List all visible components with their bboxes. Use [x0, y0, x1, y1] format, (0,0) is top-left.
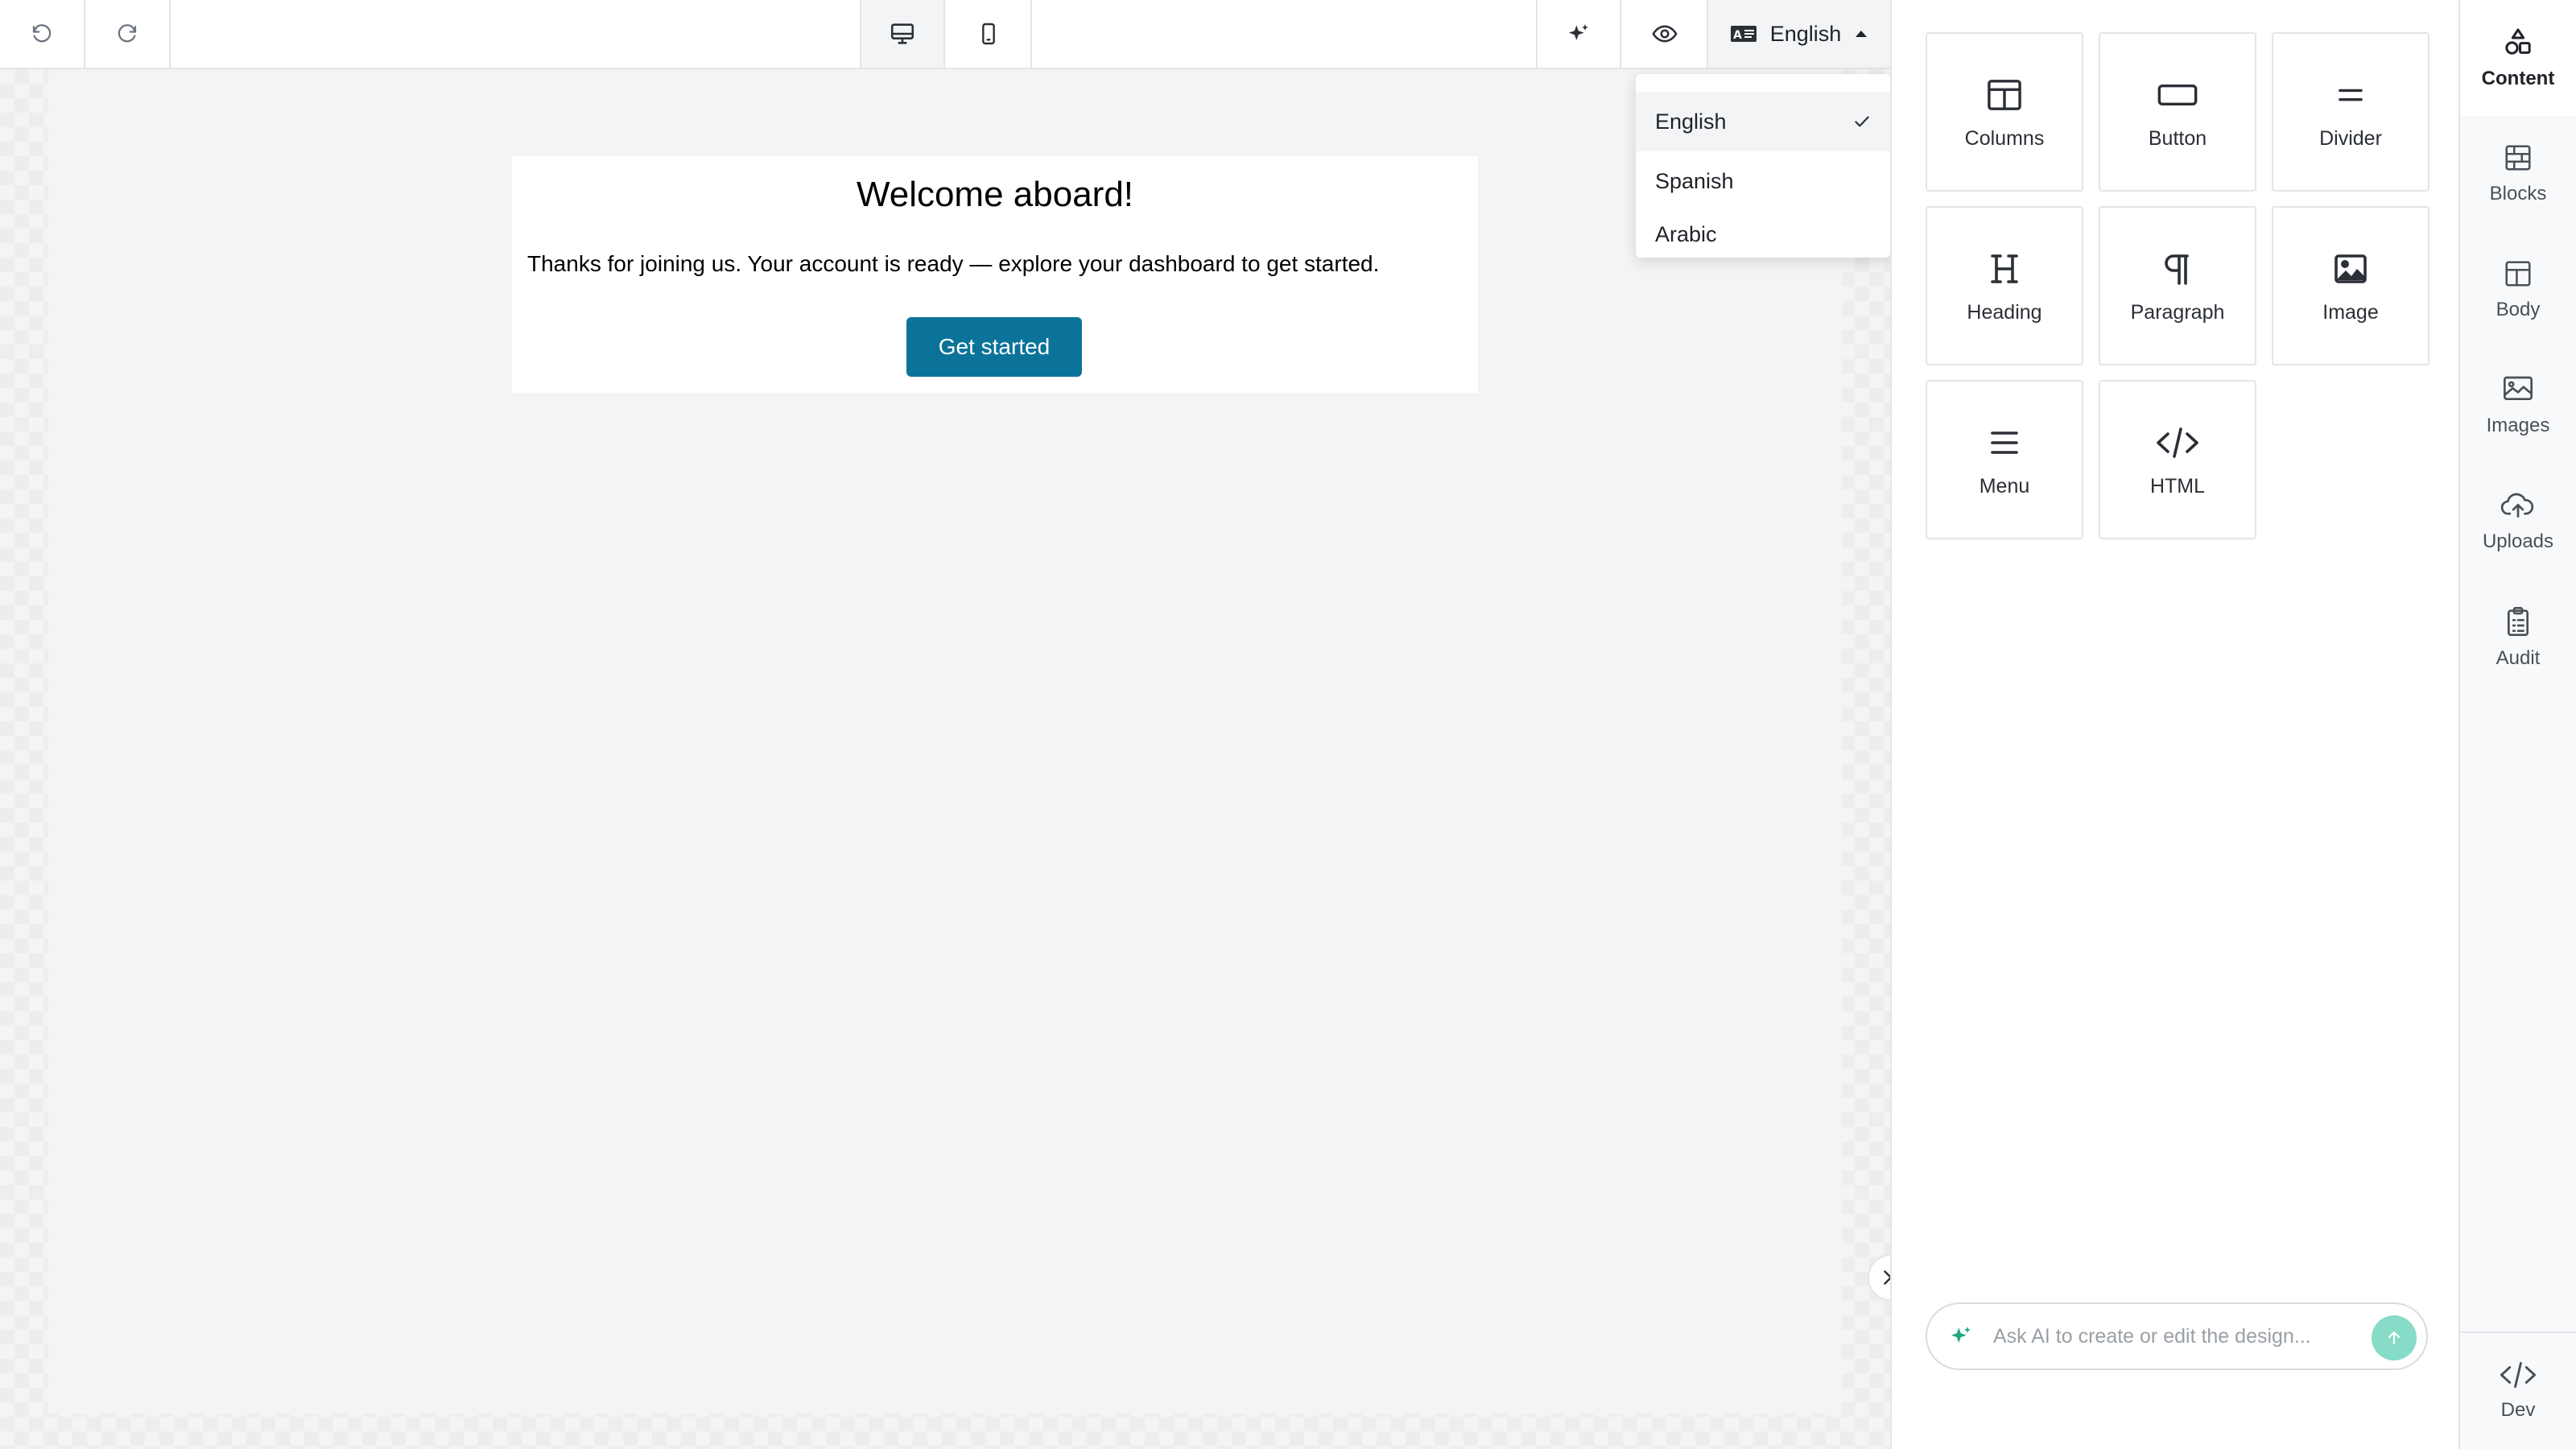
desktop-icon [889, 20, 916, 47]
ai-magic-button[interactable] [1536, 0, 1621, 68]
sidebar-item-label: Audit [2496, 647, 2541, 669]
tile-label: Heading [1967, 300, 2042, 324]
paragraph-icon [2163, 248, 2192, 290]
email-content[interactable]: Welcome aboard! Thanks for joining us. Y… [512, 156, 1478, 393]
tile-divider[interactable]: Divider [2272, 32, 2429, 192]
cloud-upload-icon [2500, 490, 2536, 521]
mobile-view-button[interactable] [947, 0, 1032, 68]
layout-icon [2503, 258, 2533, 289]
tile-label: Menu [1979, 474, 2030, 497]
language-option-label: English [1655, 109, 1727, 134]
tile-label: Divider [2319, 126, 2382, 150]
tile-heading[interactable]: Heading [1926, 206, 2083, 365]
button-icon [2156, 74, 2199, 116]
sidebar-item-label: Uploads [2482, 530, 2554, 552]
language-option-label: Spanish [1655, 168, 1734, 193]
ai-send-button[interactable] [2372, 1315, 2417, 1360]
language-option-spanish[interactable]: Spanish [1636, 151, 1890, 211]
caret-up-icon [1854, 29, 1868, 39]
image-icon [2333, 248, 2368, 290]
code-icon [2155, 422, 2200, 464]
sidebar-item-blocks[interactable]: Blocks [2460, 116, 2576, 232]
tile-label: Paragraph [2130, 300, 2225, 324]
shapes-icon [2502, 26, 2534, 58]
tile-label: Image [2322, 300, 2379, 324]
tile-label: Button [2148, 126, 2207, 150]
ai-prompt-input[interactable] [1992, 1315, 2346, 1357]
arrow-up-icon [2384, 1328, 2404, 1348]
sidebar-item-uploads[interactable]: Uploads [2460, 464, 2576, 580]
email-heading[interactable]: Welcome aboard! [512, 172, 1478, 217]
code-icon [2499, 1360, 2537, 1389]
language-option-english[interactable]: English [1636, 92, 1890, 151]
blocks-icon [2503, 142, 2533, 173]
mobile-icon [976, 21, 1001, 47]
sidebar-item-content[interactable]: Content [2460, 0, 2576, 116]
right-sidebar: Content Blocks Body Images Uploads Audit [2458, 0, 2576, 1449]
tile-paragraph[interactable]: Paragraph [2099, 206, 2256, 365]
sidebar-item-label: Content [2481, 68, 2555, 89]
sidebar-item-dev[interactable]: Dev [2460, 1333, 2576, 1449]
eye-icon [1651, 20, 1678, 47]
preview-button[interactable] [1623, 0, 1708, 68]
tile-menu[interactable]: Menu [1926, 380, 2083, 539]
content-panel: Columns Button Divider Heading Paragraph… [1890, 0, 2458, 1449]
divider-icon [2334, 74, 2367, 116]
tile-button[interactable]: Button [2099, 32, 2256, 192]
images-icon [2502, 374, 2534, 405]
check-icon [1852, 111, 1872, 132]
language-select-value: English [1769, 21, 1842, 46]
sidebar-item-label: Images [2486, 415, 2550, 436]
menu-icon [1988, 422, 2021, 464]
canvas-stage: Welcome aboard! Thanks for joining us. Y… [48, 69, 1842, 1414]
sidebar-item-audit[interactable]: Audit [2460, 580, 2576, 696]
sidebar-item-label: Dev [2500, 1399, 2536, 1421]
undo-button[interactable] [0, 0, 85, 68]
ai-sparkles-icon [1948, 1323, 1974, 1349]
sidebar-item-images[interactable]: Images [2460, 348, 2576, 464]
clipboard-icon [2504, 605, 2533, 638]
tile-label: Columns [1964, 126, 2045, 150]
ai-prompt-box [1926, 1302, 2428, 1370]
tile-columns[interactable]: Columns [1926, 32, 2083, 192]
heading-icon [1988, 248, 2021, 290]
svg-text:A: A [1733, 29, 1742, 42]
sidebar-item-body[interactable]: Body [2460, 232, 2576, 348]
email-paragraph[interactable]: Thanks for joining us. Your account is r… [527, 250, 1469, 279]
sidebar-item-label: Blocks [2489, 183, 2547, 204]
tile-html[interactable]: HTML [2099, 380, 2256, 539]
redo-button[interactable] [85, 0, 171, 68]
language-option-label: Arabic [1655, 221, 1717, 246]
sidebar-item-label: Body [2496, 299, 2541, 320]
redo-icon [115, 22, 139, 46]
sparkles-icon [1566, 21, 1591, 47]
editor-toolbar: A English [0, 0, 1890, 69]
columns-icon [1986, 74, 2023, 116]
desktop-view-button[interactable] [860, 0, 945, 68]
undo-icon [30, 22, 54, 46]
language-option-arabic[interactable]: Arabic [1636, 212, 1890, 257]
get-started-button[interactable]: Get started [906, 317, 1082, 377]
design-canvas: Welcome aboard! Thanks for joining us. Y… [0, 69, 1890, 1449]
language-icon: A [1730, 24, 1757, 43]
tile-label: HTML [2149, 474, 2206, 497]
tile-image[interactable]: Image [2272, 206, 2429, 365]
language-select[interactable]: A English [1708, 0, 1890, 68]
language-menu: English Spanish Arabic [1636, 74, 1890, 258]
